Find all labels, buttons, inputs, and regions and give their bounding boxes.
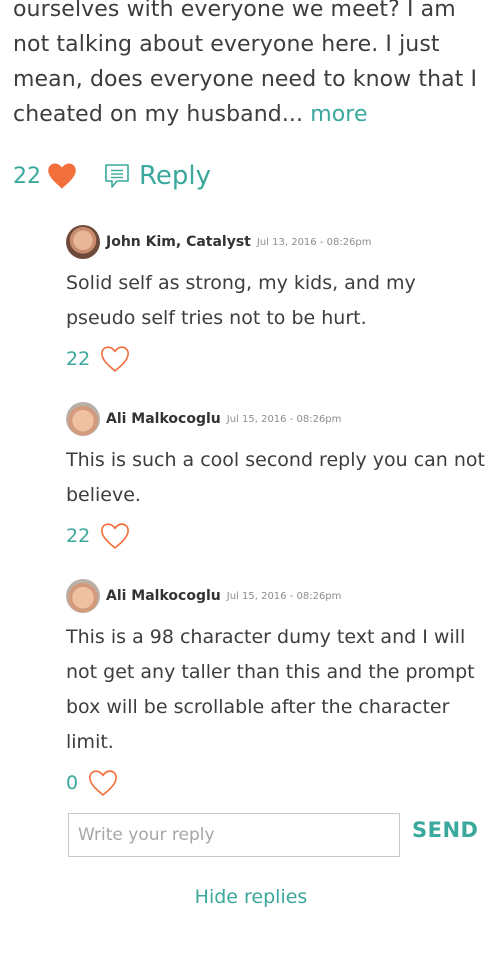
- reply-likes: 0: [66, 768, 486, 798]
- post-text: ourselves with everyone we meet? I am no…: [13, 0, 493, 132]
- reply-like-count: 22: [66, 348, 91, 370]
- reply-header: Ali Malkocoglu Jul 15, 2016 - 08:26pm: [66, 401, 486, 437]
- reply-header: John Kim, Catalyst Jul 13, 2016 - 08:26p…: [66, 224, 486, 260]
- post-actions: 22 Reply: [13, 158, 211, 194]
- hide-replies-link[interactable]: Hide replies: [0, 886, 502, 908]
- avatar[interactable]: [66, 579, 100, 613]
- reply-date: Jul 13, 2016 - 08:26pm: [256, 236, 372, 248]
- post-like-count: 22: [13, 163, 41, 189]
- reply-item: Ali Malkocoglu Jul 15, 2016 - 08:26pm Th…: [66, 401, 486, 551]
- author-name[interactable]: Ali Malkocoglu: [106, 411, 221, 427]
- reply-likes: 22: [66, 521, 486, 551]
- heart-outline-icon[interactable]: [100, 522, 130, 550]
- reply-icon: [105, 164, 129, 188]
- reply-header: Ali Malkocoglu Jul 15, 2016 - 08:26pm: [66, 578, 486, 614]
- reply-item: Ali Malkocoglu Jul 15, 2016 - 08:26pm Th…: [66, 578, 486, 798]
- heart-outline-icon[interactable]: [88, 769, 118, 797]
- reply-date: Jul 15, 2016 - 08:26pm: [226, 590, 342, 602]
- heart-outline-icon[interactable]: [100, 345, 130, 373]
- reply-likes: 22: [66, 344, 486, 374]
- avatar[interactable]: [66, 225, 100, 259]
- reply-body: This is a 98 character dumy text and I w…: [66, 626, 475, 753]
- author-name[interactable]: Ali Malkocoglu: [106, 588, 221, 604]
- reply-input[interactable]: [68, 813, 400, 857]
- reply-body: This is such a cool second reply you can…: [66, 449, 485, 506]
- reply-button[interactable]: Reply: [103, 161, 211, 191]
- more-link[interactable]: more: [310, 102, 367, 127]
- heart-filled-icon[interactable]: [47, 162, 77, 190]
- reply-item: John Kim, Catalyst Jul 13, 2016 - 08:26p…: [66, 224, 486, 374]
- reply-label: Reply: [139, 161, 212, 191]
- reply-like-count: 22: [66, 525, 91, 547]
- reply-body: Solid self as strong, my kids, and my ps…: [66, 272, 416, 329]
- author-name[interactable]: John Kim, Catalyst: [106, 234, 251, 250]
- reply-like-count: 0: [66, 772, 79, 794]
- post-body: ourselves with everyone we meet? I am no…: [13, 0, 478, 127]
- send-button[interactable]: SEND: [412, 818, 478, 842]
- reply-date: Jul 15, 2016 - 08:26pm: [226, 413, 342, 425]
- avatar[interactable]: [66, 402, 100, 436]
